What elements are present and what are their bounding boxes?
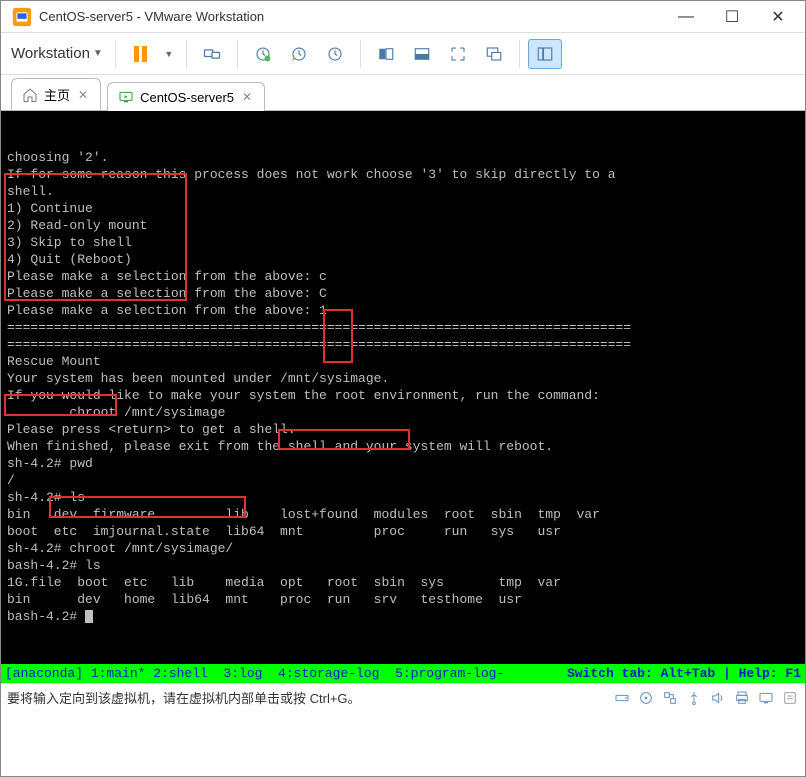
terminal-line: If you would like to make your system th…	[7, 387, 799, 404]
snapshot-manager-icon	[326, 45, 344, 63]
tab-vm[interactable]: CentOS-server5 ✕	[107, 82, 265, 111]
chevron-down-icon: ▼	[93, 48, 103, 59]
hard-disk-icon[interactable]	[613, 689, 631, 707]
toolbar-separator	[519, 40, 520, 68]
fullscreen-button[interactable]	[441, 39, 475, 69]
unity-button[interactable]	[477, 39, 511, 69]
unity-icon	[485, 45, 503, 63]
statusbar-device-icons	[613, 689, 799, 707]
window-titlebar: CentOS-server5 - VMware Workstation — ☐ …	[1, 1, 805, 33]
terminal-line: 2) Read-only mount	[7, 217, 799, 234]
terminal-line: sh-4.2# ls	[7, 489, 799, 506]
terminal-line: bin dev firmware lib lost+found modules …	[7, 506, 799, 523]
tab-close-button[interactable]: ✕	[240, 90, 254, 104]
network-adapter-icon[interactable]	[661, 689, 679, 707]
terminal-cursor	[85, 610, 93, 623]
terminal-line: 4) Quit (Reboot)	[7, 251, 799, 268]
workstation-menu[interactable]: Workstation ▼	[7, 41, 107, 66]
view-controls	[369, 39, 511, 69]
toolbar-separator	[115, 40, 116, 68]
cd-dvd-icon[interactable]	[637, 689, 655, 707]
tab-home[interactable]: 主页 ✕	[11, 78, 101, 110]
close-button[interactable]: ✕	[755, 2, 801, 32]
status-line-help: Switch tab: Alt+Tab | Help: F1	[567, 665, 801, 682]
snapshot-manager-button[interactable]	[318, 39, 352, 69]
library-icon	[536, 45, 554, 63]
snapshot-take-button[interactable]	[246, 39, 280, 69]
window-controls: — ☐ ✕	[663, 2, 801, 32]
terminal-line: Rescue Mount	[7, 353, 799, 370]
toolbar-separator	[186, 40, 187, 68]
tab-home-label: 主页	[44, 85, 70, 104]
sound-card-icon[interactable]	[709, 689, 727, 707]
toolbar-separator	[237, 40, 238, 68]
terminal-line: bash-4.2# ls	[7, 557, 799, 574]
message-log-icon[interactable]	[781, 689, 799, 707]
send-ctrl-alt-del-button[interactable]	[195, 39, 229, 69]
power-dropdown[interactable]: ▼	[160, 39, 178, 69]
fullscreen-icon	[449, 45, 467, 63]
terminal-line: ========================================…	[7, 319, 799, 336]
toolbar-separator	[360, 40, 361, 68]
terminal-line: 3) Skip to shell	[7, 234, 799, 251]
terminal-line: When finished, please exit from the shel…	[7, 438, 799, 455]
terminal-line: sh-4.2# chroot /mnt/sysimage/	[7, 540, 799, 557]
terminal-line: Please press <return> to get a shell.	[7, 421, 799, 438]
chevron-down-icon: ▼	[164, 49, 173, 59]
tab-vm-label: CentOS-server5	[140, 90, 234, 105]
terminal-line: 1) Continue	[7, 200, 799, 217]
terminal-content: choosing '2'.If for some reason this pro…	[7, 149, 799, 625]
snapshot-revert-button[interactable]	[282, 39, 316, 69]
window-title: CentOS-server5 - VMware Workstation	[39, 9, 663, 24]
terminal-line: ========================================…	[7, 336, 799, 353]
terminal-line: If for some reason this process does not…	[7, 166, 799, 183]
power-controls: ▼	[124, 39, 178, 69]
display-icon[interactable]	[757, 689, 775, 707]
snapshot-controls	[246, 39, 352, 69]
printer-icon[interactable]	[733, 689, 751, 707]
terminal-line: choosing '2'.	[7, 149, 799, 166]
statusbar-message: 要将输入定向到该虚拟机，请在虚拟机内部单击或按 Ctrl+G。	[7, 688, 613, 707]
document-tabs: 主页 ✕ CentOS-server5 ✕	[1, 75, 805, 111]
fit-window-button[interactable]	[405, 39, 439, 69]
terminal-line: Your system has been mounted under /mnt/…	[7, 370, 799, 387]
terminal-line: bash-4.2#	[7, 608, 799, 625]
terminal-line: Please make a selection from the above: …	[7, 285, 799, 302]
snapshot-revert-icon	[290, 45, 308, 63]
tab-close-button[interactable]: ✕	[76, 88, 90, 102]
terminal-line: Please make a selection from the above: …	[7, 302, 799, 319]
status-line-tabs: [anaconda] 1:main* 2:shell 3:log 4:stora…	[5, 665, 567, 682]
maximize-button[interactable]: ☐	[709, 2, 755, 32]
statusbar: 要将输入定向到该虚拟机，请在虚拟机内部单击或按 Ctrl+G。	[1, 683, 805, 711]
home-icon	[22, 87, 38, 103]
terminal-line: chroot /mnt/sysimage	[7, 404, 799, 421]
terminal-line: 1G.file boot etc lib media opt root sbin…	[7, 574, 799, 591]
fit-guest-icon	[377, 45, 395, 63]
terminal-line: bin dev home lib64 mnt proc run srv test…	[7, 591, 799, 608]
terminal-line: boot etc imjournal.state lib64 mnt proc …	[7, 523, 799, 540]
terminal-viewport[interactable]: choosing '2'.If for some reason this pro…	[1, 111, 805, 683]
minimize-button[interactable]: —	[663, 2, 709, 32]
pause-button[interactable]	[124, 39, 158, 69]
menubar: Workstation ▼ ▼	[1, 33, 805, 75]
library-button[interactable]	[528, 39, 562, 69]
fit-guest-button[interactable]	[369, 39, 403, 69]
workstation-menu-label: Workstation	[11, 45, 90, 62]
vm-icon	[118, 89, 134, 105]
terminal-line: shell.	[7, 183, 799, 200]
terminal-line: Please make a selection from the above: …	[7, 268, 799, 285]
snapshot-icon	[254, 45, 272, 63]
pause-icon	[134, 46, 147, 62]
anaconda-status-line: [anaconda] 1:main* 2:shell 3:log 4:stora…	[1, 664, 805, 683]
devices-icon	[202, 44, 222, 64]
usb-icon[interactable]	[685, 689, 703, 707]
vmware-app-icon	[11, 6, 33, 28]
terminal-line: /	[7, 472, 799, 489]
terminal-line: sh-4.2# pwd	[7, 455, 799, 472]
fit-window-icon	[413, 45, 431, 63]
